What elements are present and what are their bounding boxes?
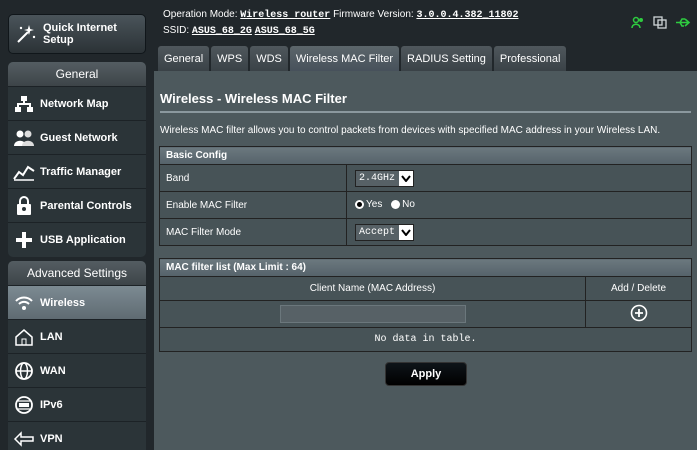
sidebar-item-label: IPv6	[40, 398, 63, 411]
mac-filter-mode-label: MAC Filter Mode	[159, 218, 347, 246]
wireless-icon	[8, 286, 40, 320]
sidebar-item-lan[interactable]: LAN	[8, 320, 146, 354]
apply-button[interactable]: Apply	[385, 362, 467, 386]
sidebar-item-label: Network Map	[40, 97, 109, 110]
sidebar-item-traffic-manager[interactable]: Traffic Manager	[8, 155, 146, 189]
sidebar-item-vpn[interactable]: VPN	[8, 422, 146, 450]
operation-mode-label: Operation Mode:	[163, 9, 238, 20]
sidebar-item-ipv6[interactable]: IPv6	[8, 388, 146, 422]
enable-no-radio[interactable]: No	[391, 199, 415, 210]
copy-icon[interactable]	[653, 16, 667, 32]
quick-internet-setup-button[interactable]: Quick Internet Setup	[8, 14, 146, 54]
sidebar-item-label: WAN	[40, 364, 66, 377]
band-label: Band	[159, 164, 347, 192]
ssid-label: SSID:	[163, 25, 190, 36]
page-description: Wireless MAC filter allows you to contro…	[160, 125, 661, 136]
plus-circle-icon	[630, 304, 647, 321]
sidebar-item-label: Traffic Manager	[40, 165, 122, 178]
sidebar-item-label: USB Application	[40, 234, 126, 246]
tab-wds[interactable]: WDS	[250, 46, 288, 71]
no-data-message: No data in table.	[159, 327, 692, 352]
parental-controls-icon	[8, 189, 40, 223]
quick-setup-label: Quick Internet Setup	[43, 22, 117, 46]
sidebar-item-label: LAN	[40, 330, 63, 343]
sidebar-item-label: Wireless	[40, 296, 86, 309]
tab-general[interactable]: General	[158, 46, 210, 71]
usb-application-icon	[8, 223, 40, 257]
advanced-menu: Advanced Settings Wireless LAN WAN IPv6	[8, 261, 146, 450]
sidebar-item-wan[interactable]: WAN	[8, 354, 146, 388]
sidebar-item-parental-controls[interactable]: Parental Controls	[8, 189, 146, 223]
top-banner: Operation Mode: Wireless router Firmware…	[160, 0, 697, 44]
sidebar-item-label: Parental Controls	[40, 199, 132, 212]
enable-mac-filter-label: Enable MAC Filter	[159, 191, 347, 219]
vpn-icon	[8, 422, 40, 450]
sidebar: Quick Internet Setup General Network Map…	[0, 0, 153, 450]
enable-yes-radio[interactable]: Yes	[355, 199, 382, 210]
mac-filter-list-header: MAC filter list (Max Limit : 64)	[159, 258, 692, 277]
advanced-header: Advanced Settings	[8, 261, 146, 286]
sidebar-item-usb-application[interactable]: USB Application	[8, 223, 146, 257]
mac-address-input[interactable]	[279, 305, 466, 323]
tab-bar: General WPS WDS Wireless MAC Filter RADI…	[158, 46, 567, 71]
general-menu: General Network Map Guest Network Traffi…	[8, 62, 146, 257]
mac-filter-mode-select[interactable]: Accept	[355, 223, 415, 241]
tab-professional[interactable]: Professional	[493, 46, 567, 71]
operation-mode-link[interactable]: Wireless router	[240, 10, 330, 21]
sidebar-item-guest-network[interactable]: Guest Network	[8, 121, 146, 155]
general-header: General	[8, 62, 146, 87]
page-title: Wireless - Wireless MAC Filter	[160, 91, 347, 106]
main-panel: Wireless - Wireless MAC Filter Wireless …	[154, 71, 697, 450]
tab-wps[interactable]: WPS	[211, 46, 249, 71]
tab-wireless-mac-filter[interactable]: Wireless MAC Filter	[289, 46, 400, 71]
add-button[interactable]	[630, 304, 648, 322]
tab-radius-setting[interactable]: RADIUS Setting	[401, 46, 492, 71]
basic-config-header: Basic Config	[159, 146, 692, 165]
ipv6-icon	[8, 388, 40, 422]
chevron-down-icon	[399, 224, 414, 240]
band-value: 2.4GHz	[359, 172, 396, 184]
mac-filter-list-table: MAC filter list (Max Limit : 64) Client …	[159, 258, 692, 352]
lan-icon	[8, 320, 40, 354]
enable-yes-label: Yes	[366, 198, 383, 210]
usb-icon[interactable]	[675, 16, 691, 32]
sidebar-item-wireless[interactable]: Wireless	[8, 286, 146, 320]
chevron-down-icon	[399, 170, 414, 186]
client-name-column-header: Client Name (MAC Address)	[159, 276, 586, 301]
radio-unchecked-icon	[391, 199, 401, 209]
ssid-2g-link[interactable]: ASUS_68_2G	[192, 26, 252, 37]
sidebar-item-label: VPN	[40, 433, 63, 445]
guest-network-icon	[8, 121, 40, 155]
sidebar-item-network-map[interactable]: Network Map	[8, 87, 146, 121]
enable-no-label: No	[402, 198, 415, 210]
radio-checked-icon	[355, 199, 364, 209]
status-icons	[631, 16, 691, 32]
network-map-icon	[8, 87, 40, 121]
quick-setup-icon	[9, 23, 43, 45]
firmware-label: Firmware Version:	[333, 9, 414, 20]
add-delete-column-header: Add / Delete	[585, 276, 692, 301]
traffic-manager-icon	[8, 155, 40, 189]
basic-config-table: Basic Config Band 2.4GHz Enable MAC Filt…	[159, 146, 692, 246]
firmware-link[interactable]: 3.0.0.4.382_11802	[416, 10, 518, 21]
sidebar-item-label: Guest Network	[40, 131, 118, 144]
band-select[interactable]: 2.4GHz	[355, 169, 415, 187]
users-icon[interactable]	[631, 16, 645, 32]
title-divider	[160, 111, 691, 113]
ssid-5g-link[interactable]: ASUS_68_5G	[255, 26, 315, 37]
wan-icon	[8, 354, 40, 388]
mode-value: Accept	[359, 226, 396, 238]
